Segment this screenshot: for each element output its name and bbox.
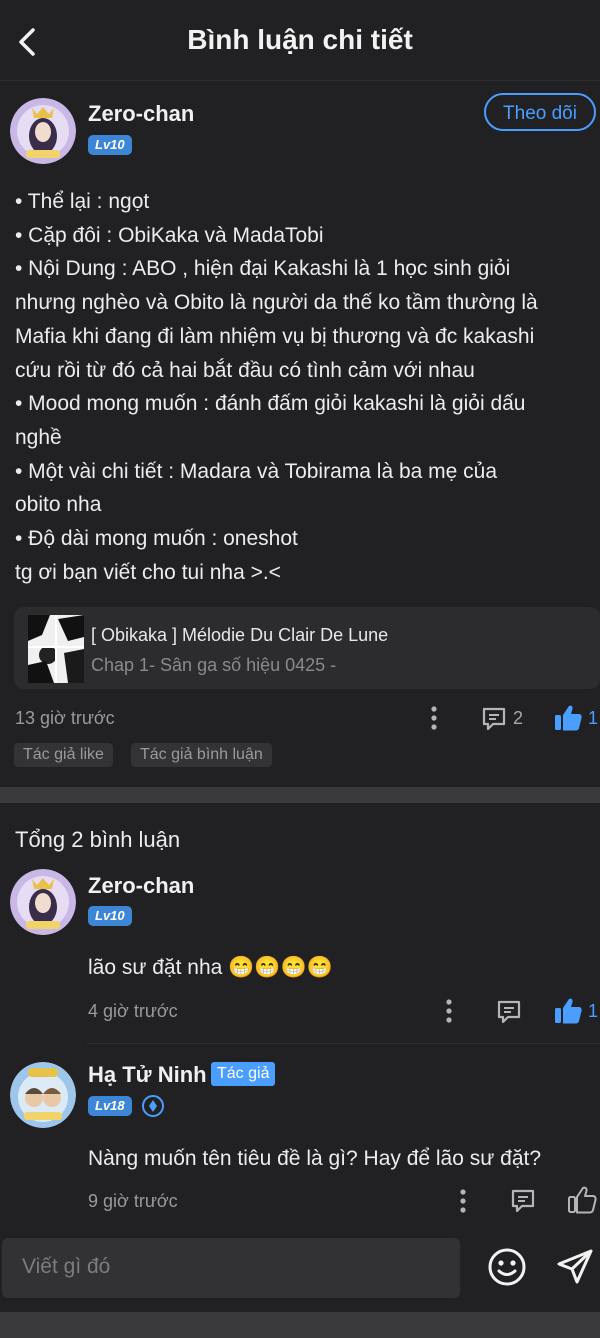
emoji-button[interactable] (485, 1245, 529, 1289)
post-line: • Cặp đôi : ObiKaka và MadaTobi (15, 223, 324, 247)
comment-button[interactable] (479, 704, 509, 734)
page-title: Bình luận chi tiết (187, 24, 413, 55)
more-vertical-icon (446, 999, 452, 1023)
follow-button[interactable]: Theo dõi (484, 93, 596, 131)
comment-time: 4 giờ trước (88, 1001, 178, 1021)
comment-text: Nàng muốn tên tiêu đề là gì? Hay để lão … (88, 1147, 542, 1170)
comment-input[interactable]: Viết gì đó (2, 1238, 460, 1298)
reply-button[interactable] (494, 997, 524, 1027)
like-button[interactable] (552, 703, 584, 733)
post-line: • Độ dài mong muốn : oneshot (15, 527, 298, 551)
post-time: 13 giờ trước (15, 708, 115, 728)
send-button[interactable] (553, 1245, 597, 1289)
comment-icon (511, 1189, 535, 1213)
more-button[interactable] (422, 704, 446, 732)
comment-divider (87, 1043, 600, 1044)
story-reference-card[interactable]: [ Obikaka ] Mélodie Du Clair De Lune Cha… (14, 607, 600, 689)
send-icon (557, 1249, 593, 1284)
comments-total: Tổng 2 bình luận (15, 827, 181, 852)
section-divider (0, 787, 600, 803)
author-name[interactable]: Zero-chan (88, 101, 194, 127)
verified-icon (141, 1094, 165, 1118)
thumbs-up-icon (555, 998, 582, 1024)
top-bar: Bình luận chi tiết (0, 0, 600, 81)
author-badge: Tác giả (211, 1062, 276, 1086)
thumbs-up-icon (555, 705, 582, 731)
post-line: nghề (15, 425, 62, 449)
more-vertical-icon (460, 1189, 466, 1213)
like-count: 1 (588, 1001, 599, 1021)
comment-time: 9 giờ trước (88, 1191, 178, 1211)
comment-count: 2 (513, 708, 524, 728)
avatar[interactable] (10, 869, 76, 935)
post-line: cứu rồi từ đó cả hai bắt đầu có tình cảm… (15, 358, 475, 382)
comment-author[interactable]: Hạ Tử Ninh (88, 1062, 207, 1088)
level-badge: Lv10 (88, 906, 132, 926)
story-title: [ Obikaka ] Mélodie Du Clair De Lune (91, 625, 389, 645)
author-liked-tag: Tác giả like (14, 743, 113, 767)
story-chapter: Chap 1- Sân ga số hiệu 0425 - (91, 655, 337, 675)
author-commented-tag: Tác giả bình luận (131, 743, 272, 767)
avatar[interactable] (10, 1062, 76, 1128)
post-line: • Một vài chi tiết : Madara và Tobirama … (15, 459, 498, 483)
story-cover (28, 615, 84, 683)
system-navigation-bar (0, 1312, 600, 1338)
like-count: 1 (588, 708, 599, 728)
post-line: obito nha (15, 493, 102, 517)
like-button[interactable] (552, 996, 584, 1026)
more-button[interactable] (451, 1187, 475, 1215)
post-line: Mafia khi đang đi làm nhiệm vụ bị thương… (15, 324, 535, 348)
post-line: tg ơi bạn viết cho tui nha >.< (15, 560, 281, 584)
emoji-icon (488, 1248, 526, 1286)
comment-icon (482, 707, 506, 731)
reply-button[interactable] (508, 1186, 538, 1216)
comment-icon (497, 1000, 521, 1024)
post-line: nhưng nghèo và Obito là người da thế ko … (15, 291, 538, 315)
post-line: • Mood mong muốn : đánh đấm giỏi kakashi… (15, 392, 526, 416)
like-button[interactable] (566, 1185, 598, 1215)
post-line: • Nội Dung : ABO , hiện đại Kakashi là 1… (15, 257, 511, 281)
comment-text: lão sư đặt nha 😁😁😁😁 (88, 956, 333, 979)
post-line: • Thể lại : ngọt (15, 190, 150, 213)
level-badge: Lv18 (88, 1096, 132, 1116)
comment-author[interactable]: Zero-chan (88, 873, 194, 899)
more-button[interactable] (437, 997, 461, 1025)
more-vertical-icon (431, 706, 437, 730)
avatar[interactable] (10, 98, 76, 164)
post-body: • Thể lại : ngọt • Cặp đôi : ObiKaka và … (15, 185, 595, 589)
level-badge: Lv10 (88, 135, 132, 155)
thumbs-up-icon (568, 1186, 597, 1214)
input-placeholder: Viết gì đó (22, 1255, 111, 1278)
